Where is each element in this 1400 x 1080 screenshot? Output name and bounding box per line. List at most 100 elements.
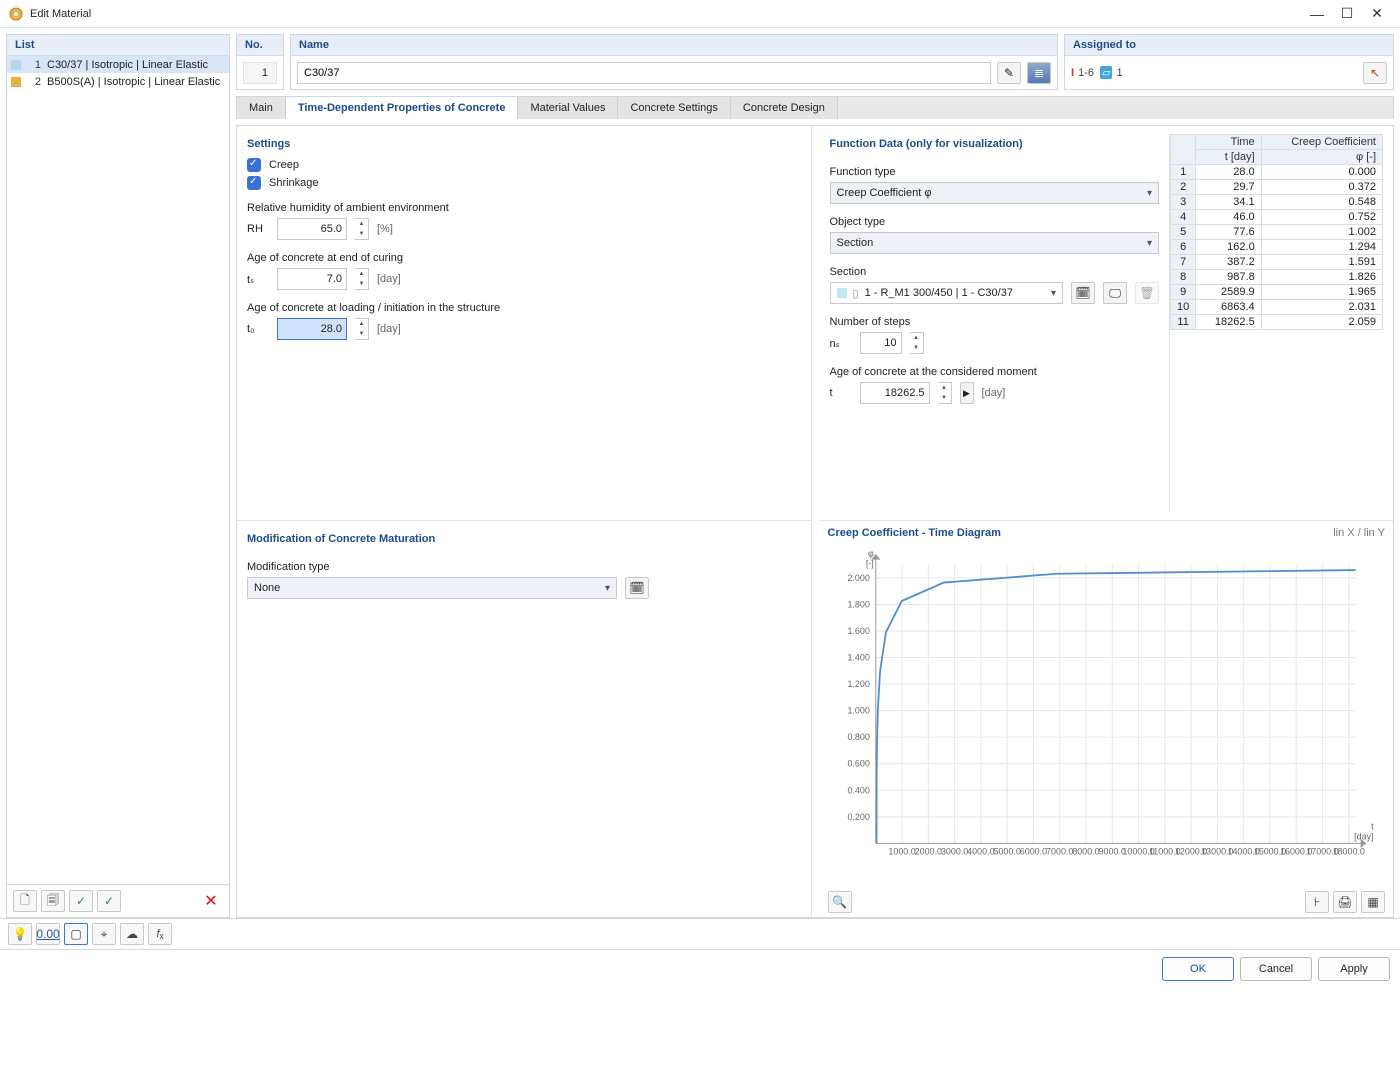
modification-type-combo[interactable]: None▾	[247, 577, 617, 599]
function-type-combo[interactable]: Creep Coefficient φ▾	[830, 182, 1160, 204]
apply-button[interactable]: Apply	[1318, 957, 1390, 981]
table-row[interactable]: 577.61.002	[1171, 225, 1383, 240]
list-item[interactable]: 1C30/37 | Isotropic | Linear Elastic	[7, 56, 229, 73]
shrinkage-label: Shrinkage	[269, 177, 319, 189]
checkbox-checked-icon[interactable]	[247, 158, 261, 172]
t0-input[interactable]: 28.0	[277, 318, 347, 340]
nsteps-label: Number of steps	[830, 316, 1160, 328]
function-data-block: Function Data (only for visualization) F…	[830, 134, 1160, 512]
edit-color-button[interactable]: ✎	[997, 62, 1021, 84]
nsteps-input[interactable]: 10	[860, 332, 902, 354]
settings-header: Settings	[247, 134, 801, 154]
tab-main[interactable]: Main	[237, 97, 286, 119]
nsteps-symbol: nₛ	[830, 337, 852, 350]
svg-text:18000.0: 18000.0	[1332, 846, 1364, 856]
section-clear-button[interactable]: 🗑	[1135, 282, 1159, 304]
table-row[interactable]: 128.00.000	[1171, 165, 1383, 180]
check-a-button[interactable]: ✓	[69, 890, 93, 912]
section-lib-button[interactable]: 🖵	[1103, 282, 1127, 304]
checkbox-checked-icon[interactable]	[247, 176, 261, 190]
settings-block: Settings Creep Shrinkage Relative humidi…	[237, 126, 811, 520]
view-model-button[interactable]: ☁	[120, 923, 144, 945]
tab-concrete-settings[interactable]: Concrete Settings	[618, 97, 730, 119]
svg-text:7000.0: 7000.0	[1046, 846, 1073, 856]
age-stepper[interactable]: ▲▼	[938, 382, 952, 404]
titlebar: Edit Material — ☐ ✕	[0, 0, 1400, 28]
table-row[interactable]: 106863.42.031	[1171, 300, 1383, 315]
svg-text:4000.0: 4000.0	[967, 846, 994, 856]
age-unit: [day]	[982, 387, 1006, 399]
delete-item-button[interactable]: ✕	[199, 890, 223, 912]
minimize-button[interactable]: —	[1302, 3, 1332, 25]
name-input[interactable]	[297, 62, 991, 84]
chart-settings-button[interactable]: ▦	[1361, 891, 1385, 913]
new-item-button[interactable]: 🗋	[13, 890, 37, 912]
chart-axis-button[interactable]: ⊦	[1305, 891, 1329, 913]
object-type-combo[interactable]: Section▾	[830, 232, 1160, 254]
table-row[interactable]: 8987.81.826	[1171, 270, 1383, 285]
table-row[interactable]: 1118262.52.059	[1171, 315, 1383, 330]
svg-text:3000.0: 3000.0	[940, 846, 967, 856]
shrinkage-checkbox-row[interactable]: Shrinkage	[247, 176, 801, 190]
table-row[interactable]: 92589.91.965	[1171, 285, 1383, 300]
nsteps-stepper[interactable]: ▲▼	[910, 332, 924, 354]
modification-edit-button[interactable]: 🗓	[625, 577, 649, 599]
creep-checkbox-row[interactable]: Creep	[247, 158, 801, 172]
cancel-button[interactable]: Cancel	[1240, 957, 1312, 981]
t0-stepper[interactable]: ▲▼	[355, 318, 369, 340]
ts-stepper[interactable]: ▲▼	[355, 268, 369, 290]
age-label: Age of concrete at the considered moment	[830, 366, 1160, 378]
section-cal-button[interactable]: 🗓	[1071, 282, 1095, 304]
pick-assigned-button[interactable]: ↖	[1363, 62, 1387, 84]
list-item[interactable]: 2B500S(A) | Isotropic | Linear Elastic	[7, 73, 229, 90]
svg-text:2.000: 2.000	[847, 573, 869, 583]
tab-content: Settings Creep Shrinkage Relative humidi…	[236, 125, 1394, 918]
t0-label: Age of concrete at loading / initiation …	[247, 302, 801, 314]
close-window-button[interactable]: ✕	[1362, 3, 1392, 25]
ts-label: Age of concrete at end of curing	[247, 252, 801, 264]
view-units-button[interactable]: 0.00	[36, 923, 60, 945]
rh-stepper[interactable]: ▲▼	[355, 218, 369, 240]
app-icon	[8, 6, 24, 22]
creep-data-table: TimeCreep Coefficient t [day]φ [-] 128.0…	[1169, 134, 1383, 512]
assigned-box: Assigned to I 1-6 ▱ 1 ↖	[1064, 34, 1394, 90]
svg-text:0.600: 0.600	[847, 759, 869, 769]
table-row[interactable]: 334.10.548	[1171, 195, 1383, 210]
object-type-label: Object type	[830, 216, 1160, 228]
copy-item-button[interactable]: 🗐	[41, 890, 65, 912]
table-row[interactable]: 446.00.752	[1171, 210, 1383, 225]
name-label: Name	[291, 35, 1057, 56]
material-list[interactable]: 1C30/37 | Isotropic | Linear Elastic2B50…	[7, 56, 229, 884]
view-bulb-button[interactable]: 💡	[8, 923, 32, 945]
t0-unit: [day]	[377, 323, 401, 335]
rh-input[interactable]: 65.0	[277, 218, 347, 240]
svg-text:6000.0: 6000.0	[1019, 846, 1046, 856]
function-type-label: Function type	[830, 166, 1160, 178]
tab-material-values[interactable]: Material Values	[518, 97, 618, 119]
view-render-button[interactable]: ▢	[64, 923, 88, 945]
ts-input[interactable]: 7.0	[277, 268, 347, 290]
table-row[interactable]: 7387.21.591	[1171, 255, 1383, 270]
name-box: Name ✎ ≣	[290, 34, 1058, 90]
chart-zoom-extents-button[interactable]: 🔍	[828, 891, 852, 913]
svg-text:1.800: 1.800	[847, 599, 869, 609]
assigned-label: Assigned to	[1065, 35, 1393, 56]
table-row[interactable]: 6162.01.294	[1171, 240, 1383, 255]
svg-text:[day]: [day]	[1354, 831, 1373, 841]
svg-text:φ: φ	[867, 549, 873, 559]
section-combo[interactable]: ▯1 - R_M1 300/450 | 1 - C30/37▾	[830, 282, 1064, 304]
table-row[interactable]: 229.70.372	[1171, 180, 1383, 195]
check-b-button[interactable]: ✓	[97, 890, 121, 912]
age-input[interactable]: 18262.5	[860, 382, 930, 404]
chart-print-button[interactable]: 🖨	[1333, 891, 1357, 913]
tab-time-dependent-properties-of-concrete[interactable]: Time-Dependent Properties of Concrete	[286, 97, 519, 119]
no-label: No.	[237, 35, 283, 56]
maximize-button[interactable]: ☐	[1332, 3, 1362, 25]
age-jump-button[interactable]: ▶	[960, 382, 974, 404]
tab-concrete-design[interactable]: Concrete Design	[731, 97, 838, 119]
view-fx-button[interactable]: fₓ	[148, 923, 172, 945]
view-sections-button[interactable]: ⌖	[92, 923, 116, 945]
library-button[interactable]: ≣	[1027, 62, 1051, 84]
ok-button[interactable]: OK	[1162, 957, 1234, 981]
chart-title: Creep Coefficient - Time Diagram	[828, 527, 1001, 539]
